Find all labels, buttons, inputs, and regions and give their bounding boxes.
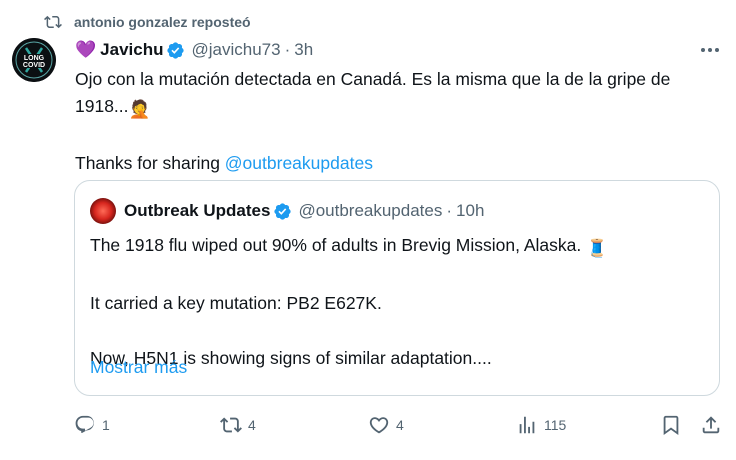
quote-line1: The 1918 flu wiped out 90% of adults in … (90, 235, 582, 255)
post-header: 💜 Javichu @javichu73 · 3h (75, 37, 313, 63)
bookmark-button[interactable] (660, 410, 682, 440)
share-button[interactable] (700, 410, 722, 440)
views-button[interactable]: 115 (516, 410, 566, 440)
long-covid-avatar-icon: LONG COVID (12, 38, 56, 82)
separator: · (284, 40, 291, 59)
name-emoji: 💜 (75, 40, 97, 59)
repost-icon (44, 15, 62, 29)
repost-button[interactable]: 4 (220, 410, 256, 440)
facepalm-emoji: 🤦 (128, 99, 151, 119)
bookmark-icon (663, 415, 679, 436)
timestamp[interactable]: 3h (294, 40, 313, 60)
quote-author-name: Outbreak Updates (124, 201, 271, 220)
show-more-link[interactable]: Mostrar más (90, 357, 187, 378)
avatar[interactable]: LONG COVID (12, 38, 56, 82)
more-icon (701, 48, 719, 52)
verified-badge-icon (167, 41, 185, 59)
reply-count: 1 (102, 417, 110, 433)
quote-text: The 1918 flu wiped out 90% of adults in … (90, 231, 700, 372)
like-count: 4 (396, 417, 404, 433)
action-bar: 1 4 4 115 (74, 410, 724, 440)
analytics-icon (519, 416, 535, 434)
post-text: Ojo con la mutación detectada en Canadá.… (75, 66, 715, 177)
heart-icon (369, 417, 389, 434)
post-text-line1: Ojo con la mutación detectada en Canadá.… (75, 69, 671, 89)
quoted-tweet[interactable]: Outbreak Updates @outbreakupdates · 10h … (74, 180, 720, 396)
share-icon (702, 416, 720, 434)
thanks-text: Thanks for sharing (75, 153, 225, 173)
repost-bar: antonio gonzalez reposteó (44, 10, 251, 34)
post-text-line2: 1918... (75, 96, 129, 116)
more-options-button[interactable] (698, 40, 722, 60)
quote-header: Outbreak Updates @outbreakupdates · 10h (90, 197, 484, 225)
like-button[interactable]: 4 (368, 410, 404, 440)
separator: · (446, 201, 453, 220)
reply-icon (75, 415, 94, 433)
author-handle[interactable]: @javichu73 (191, 40, 280, 60)
view-count: 115 (544, 417, 567, 433)
repost-count: 4 (248, 417, 256, 433)
quote-avatar (90, 198, 116, 224)
quote-author-handle: @outbreakupdates (298, 201, 443, 220)
verified-badge-icon (274, 202, 292, 220)
repost-icon (220, 417, 242, 433)
mention-link[interactable]: @outbreakupdates (225, 153, 373, 173)
thread-emoji: 🧵 (586, 238, 608, 258)
svg-text:COVID: COVID (23, 62, 45, 69)
svg-text:LONG: LONG (24, 55, 45, 62)
quote-timestamp: 10h (456, 201, 485, 220)
quote-line2: It carried a key mutation: PB2 E627K. (90, 293, 382, 313)
reply-button[interactable]: 1 (74, 410, 110, 440)
repost-text[interactable]: antonio gonzalez reposteó (74, 14, 251, 30)
author-name[interactable]: Javichu (100, 40, 163, 60)
